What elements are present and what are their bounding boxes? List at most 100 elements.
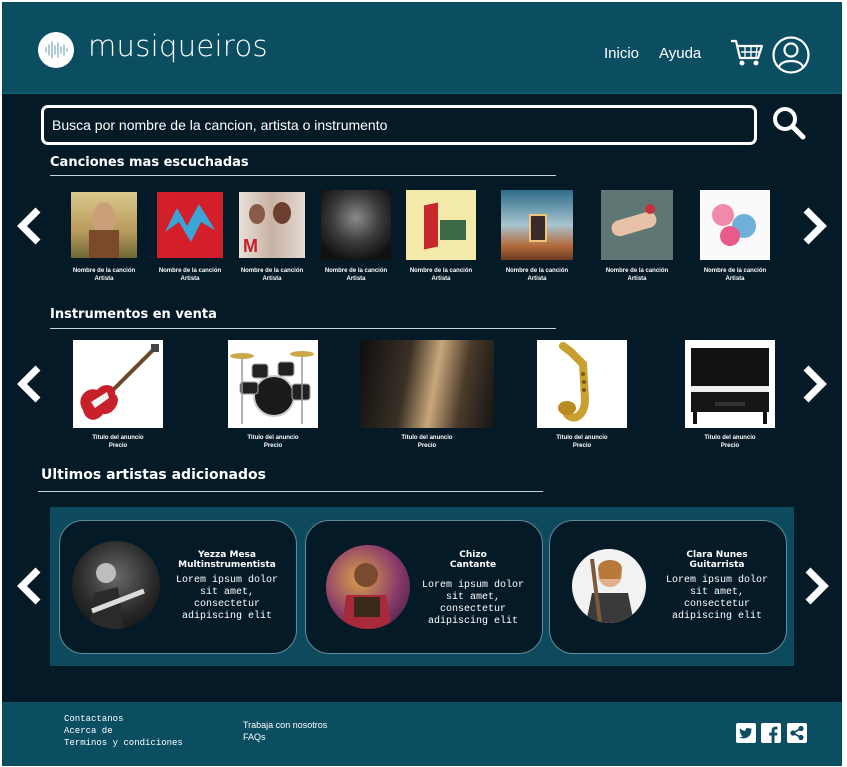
artist-description: consectetur	[193, 599, 260, 610]
page: musiqueiros Inicio Ayuda Busca por nombr…	[2, 2, 842, 766]
footer-contact-link[interactable]: Contactanos	[64, 713, 123, 725]
song-card[interactable]: Nombre de la canción Artista	[150, 192, 230, 283]
artist-description: Lorem ipsum dolor	[175, 575, 279, 586]
user-account-icon[interactable]	[771, 35, 811, 80]
artist-name: Chizo	[459, 550, 487, 560]
song-title: Nombre de la canción	[505, 268, 569, 274]
song-card[interactable]: Nombre de la canción Artista	[597, 190, 677, 283]
artist-name: Yezza Mesa	[198, 550, 256, 560]
artists-prev-arrow-icon[interactable]	[16, 566, 44, 611]
section-divider	[50, 328, 556, 329]
song-cover-image	[321, 190, 391, 260]
logo-soundwave-icon[interactable]	[38, 32, 74, 68]
song-title: Nombre de la canción	[409, 268, 473, 274]
footer: Contactanos Acerca de Terminos y condici…	[2, 702, 842, 766]
song-artist: Artista	[346, 276, 366, 282]
instrument-title: Titulo del anuncio	[247, 435, 299, 441]
search-icon[interactable]	[771, 105, 807, 146]
artist-description: Lorem ipsum dolor	[421, 580, 525, 591]
song-title: Nombre de la canción	[158, 268, 222, 274]
share-icon[interactable]	[787, 723, 807, 743]
instrument-title: Titulo del anuncio	[401, 435, 453, 441]
artist-description: adipiscing elit	[671, 611, 762, 622]
artist-description: adipiscing elit	[181, 611, 272, 622]
instrument-card[interactable]: Titulo del anuncio Precio	[674, 340, 786, 450]
artist-role: Cantante	[449, 560, 497, 570]
artist-description: sit amet,	[445, 592, 500, 603]
instruments-prev-arrow-icon[interactable]	[16, 364, 44, 409]
footer-terms-link[interactable]: Terminos y condiciones	[64, 737, 183, 749]
song-artist: Artista	[627, 276, 647, 282]
search-box	[41, 105, 757, 145]
instrument-image	[360, 340, 494, 428]
song-card[interactable]: Nombre de la canción Artista	[497, 190, 577, 283]
artist-card[interactable]: Chizo Cantante Lorem ipsum dolor sit ame…	[305, 520, 543, 654]
song-card[interactable]: M Nombre de la canción Artista	[232, 192, 312, 283]
brand-name[interactable]: musiqueiros	[88, 29, 268, 63]
song-card[interactable]: Nombre de la canción Artista	[316, 190, 396, 283]
instrument-image	[537, 340, 627, 428]
artist-role: Guitarrista	[689, 560, 745, 570]
song-cover-image	[501, 190, 573, 260]
instrument-image	[228, 340, 318, 428]
instrument-card[interactable]: Titulo del anuncio Precio	[526, 340, 638, 450]
song-cover-image	[700, 190, 770, 260]
footer-faqs-link[interactable]: FAQs	[243, 731, 266, 743]
artist-description: consectetur	[439, 604, 506, 615]
instrument-price: Precio	[263, 443, 283, 449]
footer-about-link[interactable]: Acerca de	[64, 725, 113, 737]
search-input[interactable]	[44, 108, 754, 142]
instrument-price: Precio	[572, 443, 592, 449]
song-title: Nombre de la canción	[703, 268, 767, 274]
song-cover-image	[406, 190, 476, 260]
facebook-icon[interactable]	[761, 723, 781, 743]
artist-role: Multinstrumentista	[178, 560, 276, 570]
instrument-title: Titulo del anuncio	[92, 435, 144, 441]
instrument-price: Precio	[720, 443, 740, 449]
songs-prev-arrow-icon[interactable]	[16, 206, 44, 251]
artist-card[interactable]: Yezza Mesa Multinstrumentista Lorem ipsu…	[59, 520, 297, 654]
songs-next-arrow-icon[interactable]	[800, 206, 828, 251]
song-artist: Artista	[180, 276, 200, 282]
song-cover-image	[71, 192, 137, 258]
footer-jobs-link[interactable]: Trabaja con nosotros	[243, 719, 327, 731]
song-card[interactable]: Nombre de la canción Artista	[64, 192, 144, 283]
instrument-image	[73, 340, 163, 428]
artists-section-title: Ultimos artistas adicionados	[41, 467, 266, 483]
artist-avatar	[72, 541, 160, 629]
section-divider	[38, 491, 543, 492]
artist-avatar	[572, 549, 646, 623]
artist-card[interactable]: Clara Nunes Guitarrista Lorem ipsum dolo…	[549, 520, 787, 654]
artist-description: sit amet,	[199, 587, 254, 598]
artist-description: consectetur	[683, 599, 750, 610]
song-title: Nombre de la canción	[72, 268, 136, 274]
header: musiqueiros Inicio Ayuda	[2, 2, 842, 94]
instruments-next-arrow-icon[interactable]	[800, 364, 828, 409]
instrument-card[interactable]: Titulo del anuncio Precio	[62, 340, 174, 450]
song-title: Nombre de la canción	[324, 268, 388, 274]
instrument-title: Titulo del anuncio	[556, 435, 608, 441]
song-artist: Artista	[262, 276, 282, 282]
songs-section-title: Canciones mas escuchadas	[50, 155, 249, 170]
artist-description: Lorem ipsum dolor	[665, 575, 769, 586]
song-artist: Artista	[527, 276, 547, 282]
song-artist: Artista	[94, 276, 114, 282]
artist-avatar	[326, 545, 410, 629]
instrument-price: Precio	[417, 443, 437, 449]
nav-help-link[interactable]: Ayuda	[659, 45, 701, 62]
instrument-image	[685, 340, 775, 428]
song-title: Nombre de la canción	[240, 268, 304, 274]
nav-home-link[interactable]: Inicio	[604, 45, 639, 62]
song-title: Nombre de la canción	[605, 268, 669, 274]
song-card[interactable]: Nombre de la canción Artista	[695, 190, 775, 283]
artist-description: adipiscing elit	[427, 616, 518, 627]
song-card[interactable]: Nombre de la canción Artista	[401, 190, 481, 283]
instrument-card[interactable]: Titulo del anuncio Precio	[217, 340, 329, 450]
artists-next-arrow-icon[interactable]	[802, 566, 830, 611]
section-divider	[50, 175, 556, 176]
artists-carousel: Yezza Mesa Multinstrumentista Lorem ipsu…	[50, 507, 794, 666]
twitter-icon[interactable]	[736, 723, 756, 743]
instrument-card[interactable]: Titulo del anuncio Precio	[360, 340, 494, 450]
song-cover-image: M	[239, 192, 305, 258]
cart-icon[interactable]	[730, 38, 764, 73]
